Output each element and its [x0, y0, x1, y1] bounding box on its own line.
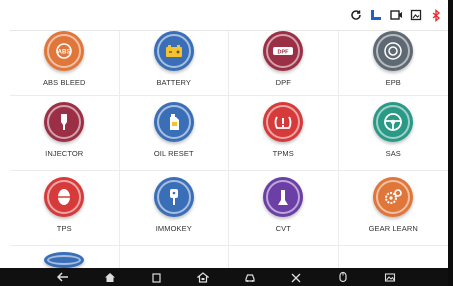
oil-icon — [153, 102, 194, 142]
function-label: TPS — [56, 224, 72, 233]
dpf-icon: DPF — [263, 31, 304, 71]
bluetooth-icon — [429, 8, 443, 22]
status-bar — [0, 0, 453, 30]
function-tile-gear-learn[interactable]: GEAR LEARN — [338, 171, 448, 246]
function-tile-abs-bleed[interactable]: ABS ABS BLEED — [10, 31, 120, 96]
gears-icon — [373, 177, 414, 217]
function-tile-epb[interactable]: EPB — [338, 31, 448, 96]
back-icon[interactable] — [56, 270, 70, 284]
home-icon[interactable] — [103, 270, 117, 284]
function-tile-tps[interactable]: TPS — [10, 171, 120, 246]
recent-apps-icon[interactable] — [150, 270, 164, 284]
function-tile-dpf[interactable]: DPF DPF — [229, 31, 339, 96]
function-label: INJECTOR — [45, 149, 84, 158]
navigation-bar — [0, 268, 453, 286]
function-label: DPF — [275, 78, 291, 87]
function-tile-oil-reset[interactable]: OIL RESET — [119, 96, 229, 171]
function-label: GEAR LEARN — [368, 224, 418, 233]
function-grid: ABS ABS BLEED BATTERY DPF DPF EPB INJECT… — [10, 30, 448, 269]
function-label: IMMOKEY — [155, 224, 192, 233]
throttle-icon — [44, 177, 85, 217]
key-icon — [153, 177, 194, 217]
function-label: BATTERY — [156, 78, 192, 87]
tools-icon[interactable] — [289, 270, 303, 284]
gear-shift-icon — [263, 177, 304, 217]
function-label: SAS — [385, 149, 401, 158]
vci-home-icon[interactable] — [196, 270, 210, 284]
car-icon[interactable] — [243, 270, 257, 284]
function-tile-partial[interactable] — [10, 246, 120, 269]
function-label: TPMS — [272, 149, 294, 158]
empty-tile — [229, 246, 339, 269]
function-tile-battery[interactable]: BATTERY — [119, 31, 229, 96]
abs-icon: ABS — [44, 31, 85, 71]
partial-function-icon — [44, 252, 85, 268]
video-icon[interactable] — [389, 8, 403, 22]
device-frame-edge — [448, 0, 453, 286]
mouse-icon[interactable] — [336, 270, 350, 284]
empty-tile — [338, 246, 448, 269]
svg-text:ABS: ABS — [58, 50, 71, 56]
gallery-icon[interactable] — [383, 270, 397, 284]
function-tile-tpms[interactable]: TPMS — [229, 96, 339, 171]
svg-text:DPF: DPF — [278, 49, 290, 55]
function-label: EPB — [385, 78, 401, 87]
battery-icon — [153, 31, 194, 71]
function-tile-cvt[interactable]: CVT — [229, 171, 339, 246]
screenshot-icon[interactable] — [409, 8, 423, 22]
epb-icon — [373, 31, 414, 71]
injector-icon — [44, 102, 85, 142]
function-label: ABS BLEED — [42, 78, 86, 87]
function-label: CVT — [275, 224, 291, 233]
function-label: OIL RESET — [153, 149, 194, 158]
function-tile-injector[interactable]: INJECTOR — [10, 96, 120, 171]
function-tile-sas[interactable]: SAS — [338, 96, 448, 171]
tpms-icon — [263, 102, 304, 142]
sync-icon[interactable] — [349, 8, 363, 22]
empty-tile — [119, 246, 229, 269]
signal-icon — [369, 8, 383, 22]
steering-icon — [373, 102, 414, 142]
function-tile-immokey[interactable]: IMMOKEY — [119, 171, 229, 246]
